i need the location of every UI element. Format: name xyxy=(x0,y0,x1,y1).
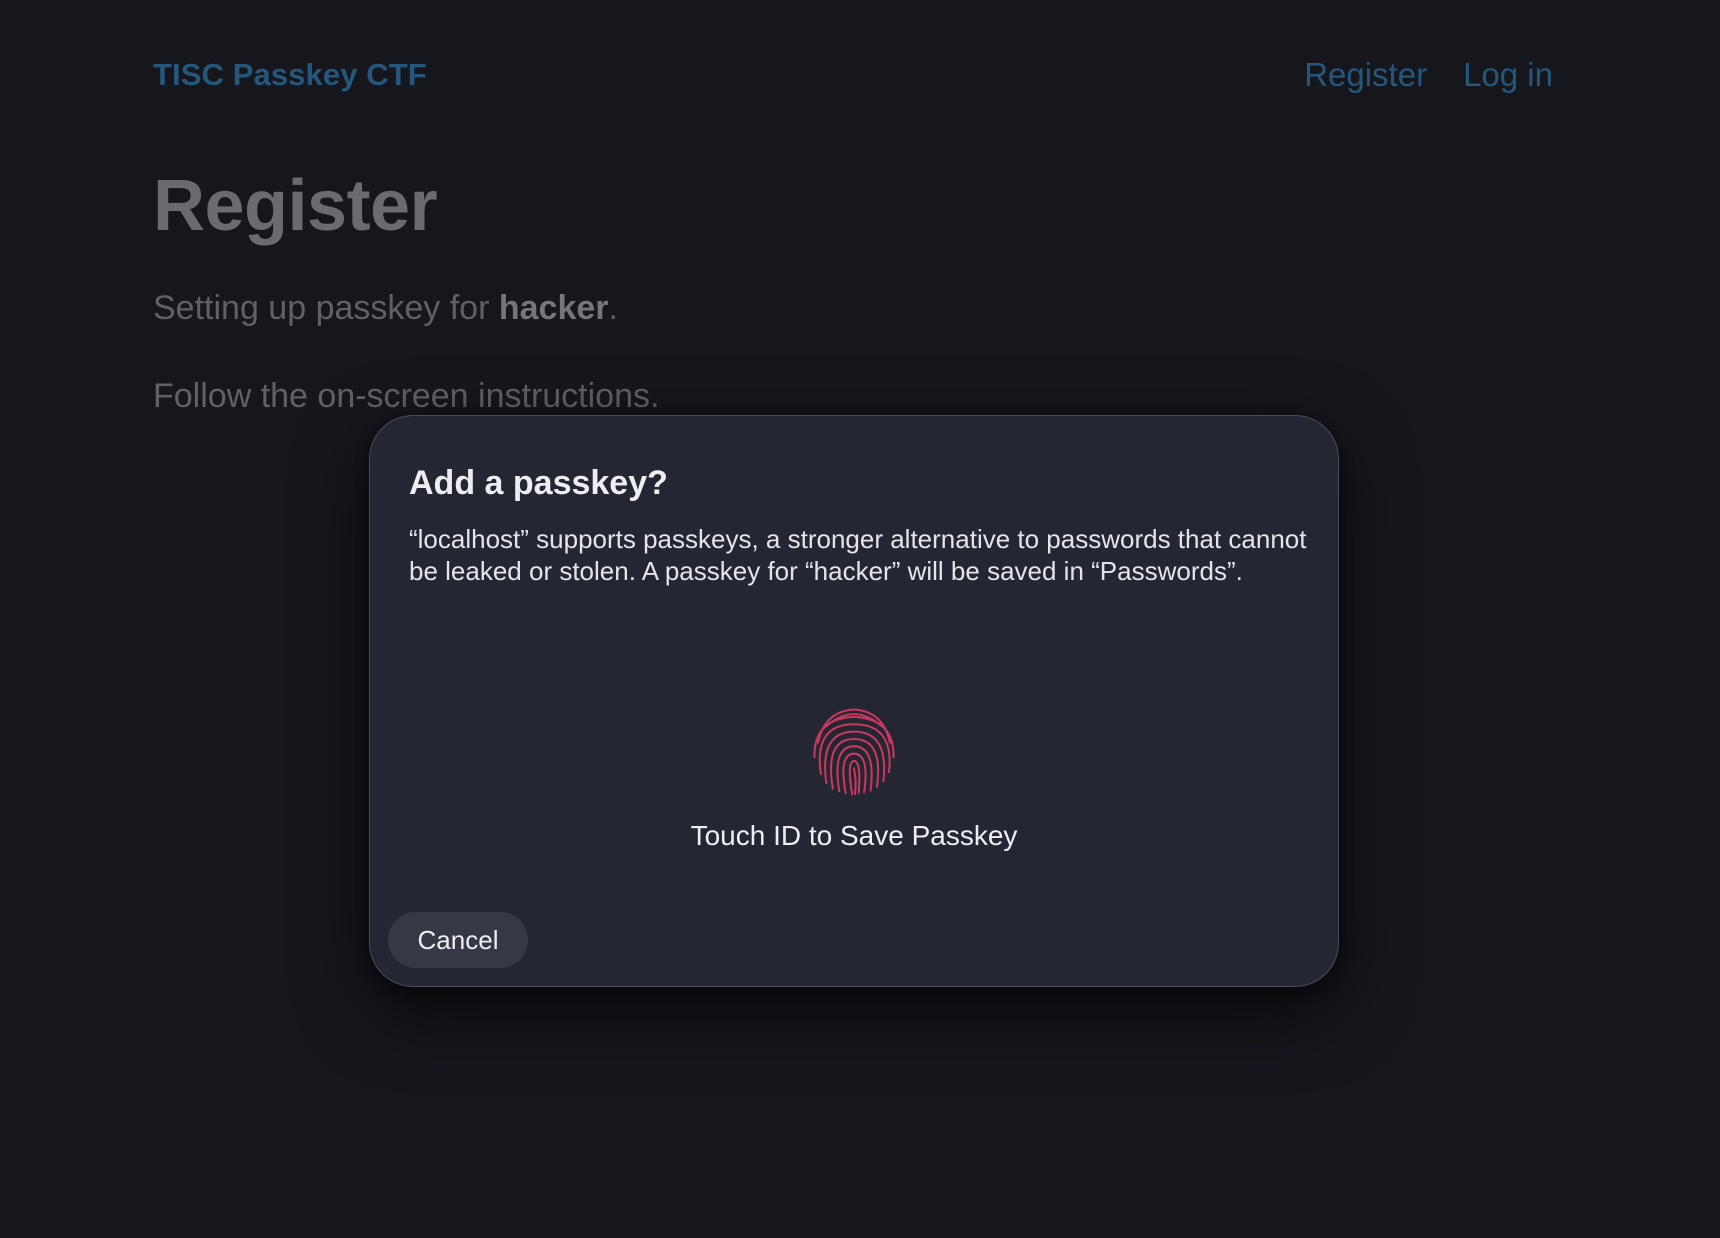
setup-prefix: Setting up passkey for xyxy=(153,289,499,327)
username: hacker xyxy=(498,289,609,327)
fingerprint-icon[interactable] xyxy=(808,704,900,796)
cancel-button[interactable]: Cancel xyxy=(388,912,528,968)
main-content: Register Setting up passkey for hacker. … xyxy=(153,170,1253,416)
page-title: Register xyxy=(153,166,438,246)
touch-id-label: Touch ID to Save Passkey xyxy=(690,820,1018,851)
browser-page: TISC Passkey CTF Register Log in Registe… xyxy=(0,0,1720,1238)
setup-message: Setting up passkey for hacker. xyxy=(153,289,1253,327)
nav-login-link[interactable]: Log in xyxy=(1463,56,1553,94)
setup-suffix: . xyxy=(608,289,618,327)
top-nav: Register Log in xyxy=(1304,56,1553,94)
brand-link[interactable]: TISC Passkey CTF xyxy=(153,57,427,93)
touch-id-prompt: Touch ID to Save Passkey xyxy=(370,704,1338,852)
passkey-dialog: Add a passkey? “localhost” supports pass… xyxy=(369,415,1339,987)
dialog-title: Add a passkey? xyxy=(409,464,668,502)
dialog-description: “localhost” supports passkeys, a stronge… xyxy=(409,524,1307,586)
nav-register-link[interactable]: Register xyxy=(1304,56,1427,94)
instructions-text: Follow the on-screen instructions. xyxy=(153,377,660,416)
site-header: TISC Passkey CTF Register Log in xyxy=(153,50,1553,100)
